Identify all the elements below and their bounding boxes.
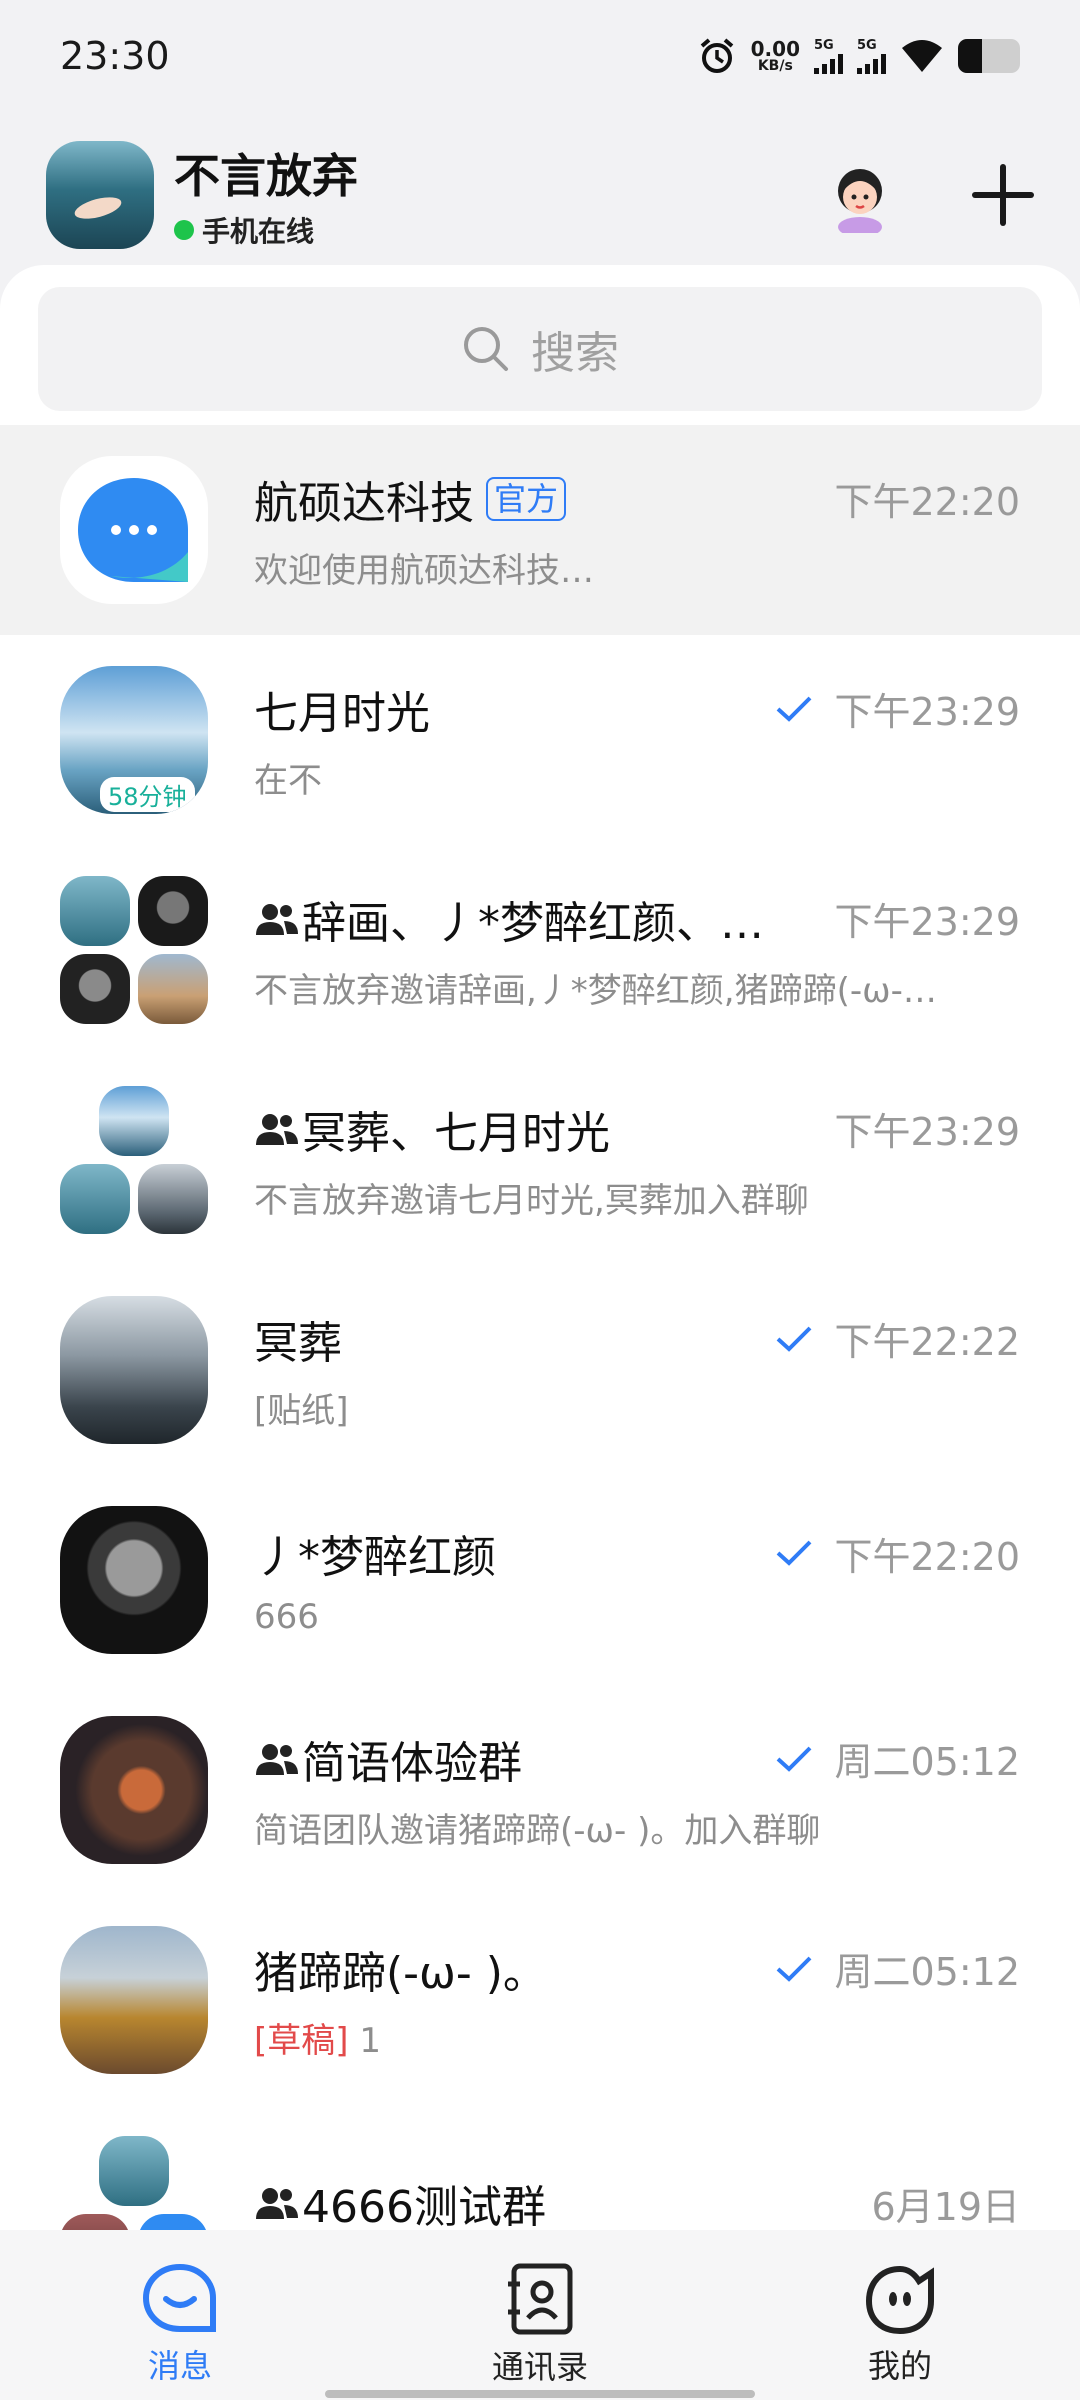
chat-time: 下午23:29 — [834, 690, 1020, 734]
chat-time: 6月19日 — [871, 2184, 1020, 2229]
online-dot — [174, 220, 194, 240]
chat-avatar — [60, 1716, 208, 1864]
chat-row[interactable]: 简语体验群 周二05:12 简语团队邀请猪蹄蹄(-ω- )。加入群聊 — [0, 1685, 1080, 1895]
chat-title: 七月时光 — [254, 687, 430, 739]
chat-time: 下午22:20 — [834, 480, 1020, 524]
online-duration-badge: 58分钟 — [100, 777, 195, 812]
chat-preview: 不言放弃邀请辞画,丿*梦醉红颜,猪蹄蹄(-ω-… — [254, 970, 937, 1011]
chat-row[interactable]: 冥葬、七月时光 下午23:29 不言放弃邀请七月时光,冥葬加入群聊 — [0, 1055, 1080, 1265]
check-icon — [777, 1326, 812, 1352]
chat-title: 辞画、丿*梦醉红颜、… — [302, 897, 764, 949]
my-avatar[interactable] — [46, 141, 154, 249]
chat-title: 冥葬、七月时光 — [302, 1107, 610, 1159]
profile-icon — [865, 2265, 934, 2335]
status-time: 23:30 — [60, 34, 170, 78]
chat-preview: 不言放弃邀请七月时光,冥葬加入群聊 — [254, 1180, 809, 1221]
alarm-icon — [700, 38, 733, 73]
girl-avatar-icon[interactable] — [824, 157, 896, 233]
group-avatar — [60, 2136, 208, 2230]
signal-icon: 5G — [857, 39, 886, 74]
group-icon — [256, 1113, 298, 1145]
chat-time: 下午23:29 — [834, 900, 1020, 944]
chat-title: 航硕达科技 — [254, 477, 474, 529]
chat-row[interactable]: 冥葬 下午22:22 [贴纸] — [0, 1265, 1080, 1475]
contacts-icon — [508, 2263, 573, 2335]
group-icon — [256, 2188, 298, 2219]
chat-preview: 简语团队邀请猪蹄蹄(-ω- )。加入群聊 — [254, 1810, 821, 1851]
official-badge: 官方 — [486, 476, 567, 521]
chat-row[interactable]: 丿*梦醉红颜 下午22:20 666 — [0, 1475, 1080, 1685]
signal-icon: 5G — [814, 39, 843, 74]
my-name: 不言放弃 — [174, 149, 358, 203]
chat-time: 周二05:12 — [834, 1740, 1020, 1784]
chat-title: 4666测试群 — [302, 2182, 546, 2230]
nav-messages-label: 消息 — [147, 2347, 212, 2385]
chat-avatar — [60, 1926, 208, 2074]
chat-title: 猪蹄蹄(-ω- )。 — [254, 1947, 547, 1999]
chat-preview: [草稿] 1 — [254, 2013, 1020, 2062]
online-status-label: 手机在线 — [202, 215, 315, 248]
group-icon — [256, 903, 298, 935]
draft-text: 1 — [359, 2020, 381, 2061]
chat-row[interactable]: 航硕达科技 官方 下午22:20 欢迎使用航硕达科技… — [0, 425, 1080, 635]
check-icon — [777, 1540, 812, 1566]
chat-preview: [贴纸] — [254, 1390, 349, 1431]
chat-preview: 欢迎使用航硕达科技… — [254, 550, 594, 591]
nav-me[interactable]: 我的 — [720, 2230, 1080, 2400]
home-indicator[interactable] — [325, 2390, 755, 2398]
chat-time: 下午23:29 — [834, 1110, 1020, 1154]
chat-row[interactable]: 猪蹄蹄(-ω- )。 周二05:12 [草稿] 1 — [0, 1895, 1080, 2105]
chat-bubble-icon — [78, 478, 188, 582]
header: 不言放弃 手机在线 — [0, 135, 1080, 255]
chat-title: 丿*梦醉红颜 — [254, 1532, 496, 1583]
add-icon[interactable] — [972, 164, 1034, 226]
nav-contacts-label: 通讯录 — [491, 2348, 588, 2386]
group-icon — [256, 1743, 298, 1775]
chat-title: 简语体验群 — [302, 1737, 522, 1789]
battery-icon — [958, 39, 1020, 73]
chat-row[interactable]: 58分钟 七月时光 下午23:29 在不 — [0, 635, 1080, 845]
chat-row[interactable]: 辞画、丿*梦醉红颜、… 下午23:29 不言放弃邀请辞画,丿*梦醉红颜,猪蹄蹄(… — [0, 845, 1080, 1055]
chat-avatar: 58分钟 — [60, 666, 208, 814]
wifi-icon — [902, 40, 942, 72]
bottom-nav: 消息 通讯录 我的 — [0, 2230, 1080, 2400]
search-bar[interactable]: 搜索 — [38, 287, 1042, 411]
chat-time: 下午22:22 — [834, 1320, 1020, 1364]
online-status: 手机在线 — [174, 210, 358, 250]
chat-time: 下午22:20 — [834, 1534, 1020, 1579]
official-avatar — [60, 456, 208, 604]
draft-tag: [草稿] — [254, 2020, 349, 2061]
net-speed: 0.00 KB/s — [750, 37, 800, 74]
check-icon — [777, 1956, 812, 1982]
group-avatar — [60, 876, 208, 1024]
chat-list: 航硕达科技 官方 下午22:20 欢迎使用航硕达科技… 58分钟 七月时光 下午… — [0, 425, 1080, 2230]
chat-preview: 在不 — [254, 760, 322, 801]
main-panel: 搜索 航硕达科技 官方 下午22:20 欢迎使用航硕达科技… 58分钟 七月时光… — [0, 265, 1080, 2230]
status-bar: 23:30 0.00 KB/s 5G 5G — [0, 0, 1080, 112]
my-info: 不言放弃 手机在线 — [174, 140, 358, 250]
message-icon — [142, 2263, 216, 2332]
nav-messages[interactable]: 消息 — [0, 2230, 360, 2400]
nav-me-label: 我的 — [867, 2347, 932, 2385]
search-placeholder: 搜索 — [531, 328, 619, 379]
chat-avatar — [60, 1506, 208, 1654]
chat-preview: 666 — [254, 1597, 319, 1637]
nav-contacts[interactable]: 通讯录 — [360, 2230, 720, 2400]
chat-row[interactable]: 4666测试群 6月19日 — [0, 2105, 1080, 2230]
chat-title: 冥葬 — [254, 1317, 342, 1369]
search-icon — [464, 327, 508, 371]
status-icons: 0.00 KB/s 5G 5G — [697, 36, 1020, 76]
chat-avatar — [60, 1296, 208, 1444]
check-icon — [777, 1746, 812, 1772]
check-icon — [777, 696, 812, 722]
group-avatar — [60, 1086, 208, 1234]
chat-time: 周二05:12 — [834, 1950, 1020, 1994]
